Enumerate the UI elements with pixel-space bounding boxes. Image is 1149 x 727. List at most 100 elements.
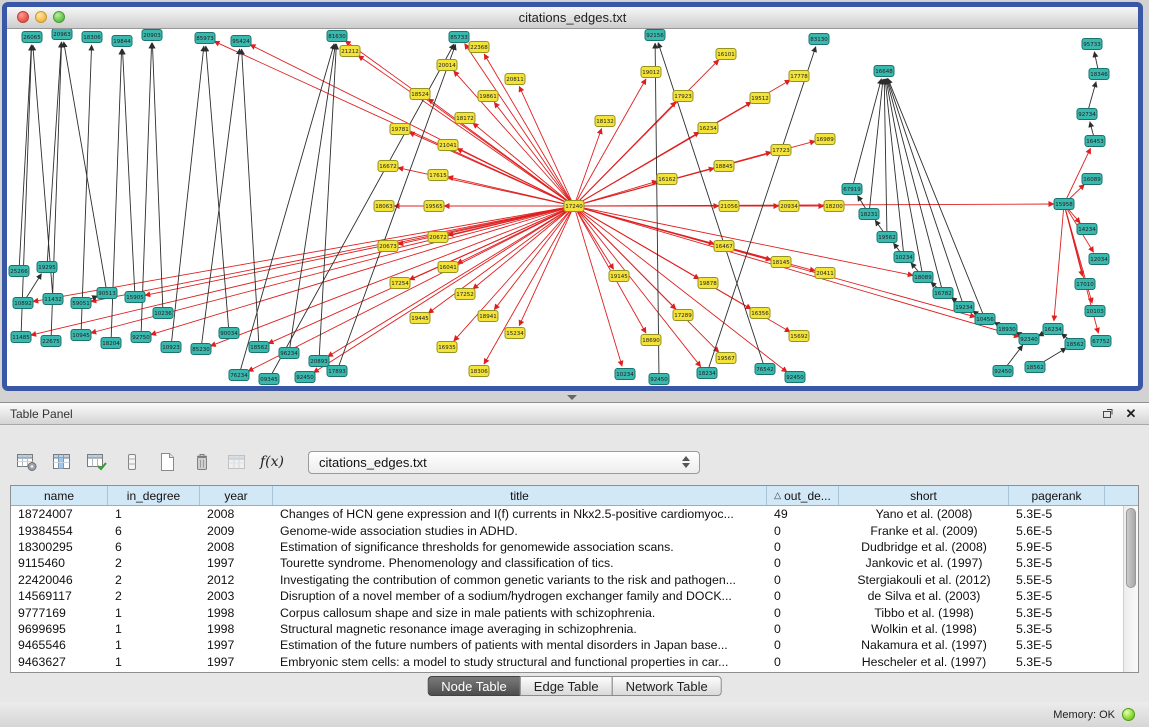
splitter-handle[interactable] <box>567 395 577 400</box>
network-node[interactable]: 20411 <box>815 268 835 279</box>
column-header-short[interactable]: short <box>839 486 1009 505</box>
network-node[interactable]: 21212 <box>340 46 360 57</box>
table-source-select[interactable]: citations_edges.txt <box>308 451 700 474</box>
network-node[interactable]: 17252 <box>455 289 475 300</box>
table-row[interactable]: 911546021997Tourette syndrome. Phenomeno… <box>11 555 1123 571</box>
network-node[interactable]: 85230 <box>191 344 211 355</box>
window-titlebar[interactable]: citations_edges.txt <box>7 7 1138 29</box>
network-node[interactable]: 20014 <box>437 60 457 71</box>
network-node[interactable]: 17289 <box>673 310 693 321</box>
network-node[interactable]: 26065 <box>22 32 42 43</box>
network-node[interactable]: 18690 <box>641 335 661 346</box>
network-node[interactable]: 18089 <box>913 272 933 283</box>
network-node[interactable]: 81630 <box>327 31 347 42</box>
network-node[interactable]: 92450 <box>649 374 669 385</box>
network-node[interactable]: 19861 <box>478 91 498 102</box>
network-node[interactable]: 19844 <box>112 36 132 47</box>
network-node[interactable]: 92450 <box>295 372 315 383</box>
network-node[interactable]: 17240 <box>564 201 584 212</box>
network-node[interactable]: 18204 <box>101 338 121 349</box>
network-node[interactable]: 16935 <box>437 342 457 353</box>
network-node[interactable]: 17615 <box>428 170 448 181</box>
network-node[interactable]: 95733 <box>1082 39 1102 50</box>
scrollbar-thumb[interactable] <box>1126 508 1136 588</box>
network-node[interactable]: 16467 <box>714 241 734 252</box>
close-button[interactable] <box>17 11 29 23</box>
network-node[interactable]: 18941 <box>478 311 498 322</box>
close-panel-icon[interactable]: ✕ <box>1123 406 1139 422</box>
network-node[interactable]: 19562 <box>877 232 897 243</box>
network-node[interactable]: 18200 <box>824 201 844 212</box>
network-node[interactable]: 76234 <box>229 370 249 381</box>
network-node[interactable]: 10892 <box>13 298 33 309</box>
network-node[interactable]: 67752 <box>1091 336 1111 347</box>
network-node[interactable]: 16356 <box>750 308 770 319</box>
network-node[interactable]: 10236 <box>153 308 173 319</box>
network-node[interactable]: 25266 <box>9 266 29 277</box>
network-node[interactable]: 15234 <box>505 328 525 339</box>
network-node[interactable]: 19234 <box>954 302 974 313</box>
network-node[interactable]: 20893 <box>309 356 329 367</box>
network-node[interactable]: 16041 <box>438 262 458 273</box>
network-node[interactable]: 15692 <box>789 331 809 342</box>
column-header-pagerank[interactable]: pagerank <box>1009 486 1105 505</box>
table-scrollbar[interactable] <box>1123 506 1138 672</box>
table-row[interactable]: 946554611997Estimation of the future num… <box>11 637 1123 653</box>
network-node[interactable]: 09345 <box>259 374 279 385</box>
network-node[interactable]: 85973 <box>195 33 215 44</box>
network-node[interactable]: 18145 <box>771 257 791 268</box>
network-node[interactable]: 16089 <box>1082 174 1102 185</box>
network-node[interactable]: 18234 <box>697 368 717 379</box>
table-row[interactable]: 2242004622012Investigating the contribut… <box>11 572 1123 588</box>
network-node[interactable]: 14234 <box>1077 224 1097 235</box>
table-row[interactable]: 1830029562008Estimation of significance … <box>11 539 1123 555</box>
tab-node-table[interactable]: Node Table <box>427 676 521 696</box>
network-node[interactable]: 22675 <box>41 336 61 347</box>
network-node[interactable]: 18231 <box>859 209 879 220</box>
column-header-year[interactable]: year <box>200 486 273 505</box>
network-node[interactable]: 17893 <box>327 366 347 377</box>
network-node[interactable]: 19567 <box>716 353 736 364</box>
network-node[interactable]: 15905 <box>125 292 145 303</box>
network-node[interactable]: 92734 <box>1077 109 1097 120</box>
function-builder-icon[interactable]: f(x) <box>259 449 285 475</box>
network-node[interactable]: 18306 <box>82 32 102 43</box>
network-node[interactable]: 18346 <box>1089 69 1109 80</box>
network-node[interactable]: 17010 <box>1075 279 1095 290</box>
network-node[interactable]: 18172 <box>455 113 475 124</box>
network-node[interactable]: 95424 <box>231 36 251 47</box>
network-node[interactable]: 19781 <box>390 124 410 135</box>
network-node[interactable]: 76542 <box>755 364 775 375</box>
network-node[interactable]: 18562 <box>249 342 269 353</box>
network-node[interactable]: 10234 <box>615 369 635 380</box>
network-node[interactable]: 18132 <box>595 116 615 127</box>
network-node[interactable]: 16648 <box>874 66 894 77</box>
column-icon[interactable] <box>119 449 145 475</box>
network-node[interactable]: 10923 <box>161 342 181 353</box>
network-node[interactable]: 20963 <box>52 29 72 40</box>
network-node[interactable]: 16234 <box>698 123 718 134</box>
network-node[interactable]: 16234 <box>1043 324 1063 335</box>
network-node[interactable]: 10103 <box>1085 306 1105 317</box>
network-node[interactable]: 19512 <box>750 93 770 104</box>
network-node[interactable]: 92750 <box>131 332 151 343</box>
network-node[interactable]: 92340 <box>1019 334 1039 345</box>
network-node[interactable]: 10945 <box>71 330 91 341</box>
table-row[interactable]: 1456911722003Disruption of a novel membe… <box>11 588 1123 604</box>
network-node[interactable]: 21056 <box>719 201 739 212</box>
network-node[interactable]: 19295 <box>37 262 57 273</box>
float-panel-icon[interactable] <box>1099 406 1115 422</box>
network-node[interactable]: 19445 <box>410 313 430 324</box>
network-node[interactable]: 17778 <box>789 71 809 82</box>
column-header-out_degree[interactable]: △out_de... <box>767 486 839 505</box>
network-node[interactable]: 18063 <box>374 201 394 212</box>
network-node[interactable]: 19565 <box>424 201 444 212</box>
network-node[interactable]: 17254 <box>390 278 410 289</box>
network-node[interactable]: 17923 <box>673 91 693 102</box>
network-node[interactable]: 20811 <box>505 74 525 85</box>
network-node[interactable]: 18845 <box>714 161 734 172</box>
network-node[interactable]: 90034 <box>219 328 239 339</box>
network-node[interactable]: 16453 <box>1085 136 1105 147</box>
network-node[interactable]: 12034 <box>1089 254 1109 265</box>
add-column-icon[interactable] <box>84 449 110 475</box>
